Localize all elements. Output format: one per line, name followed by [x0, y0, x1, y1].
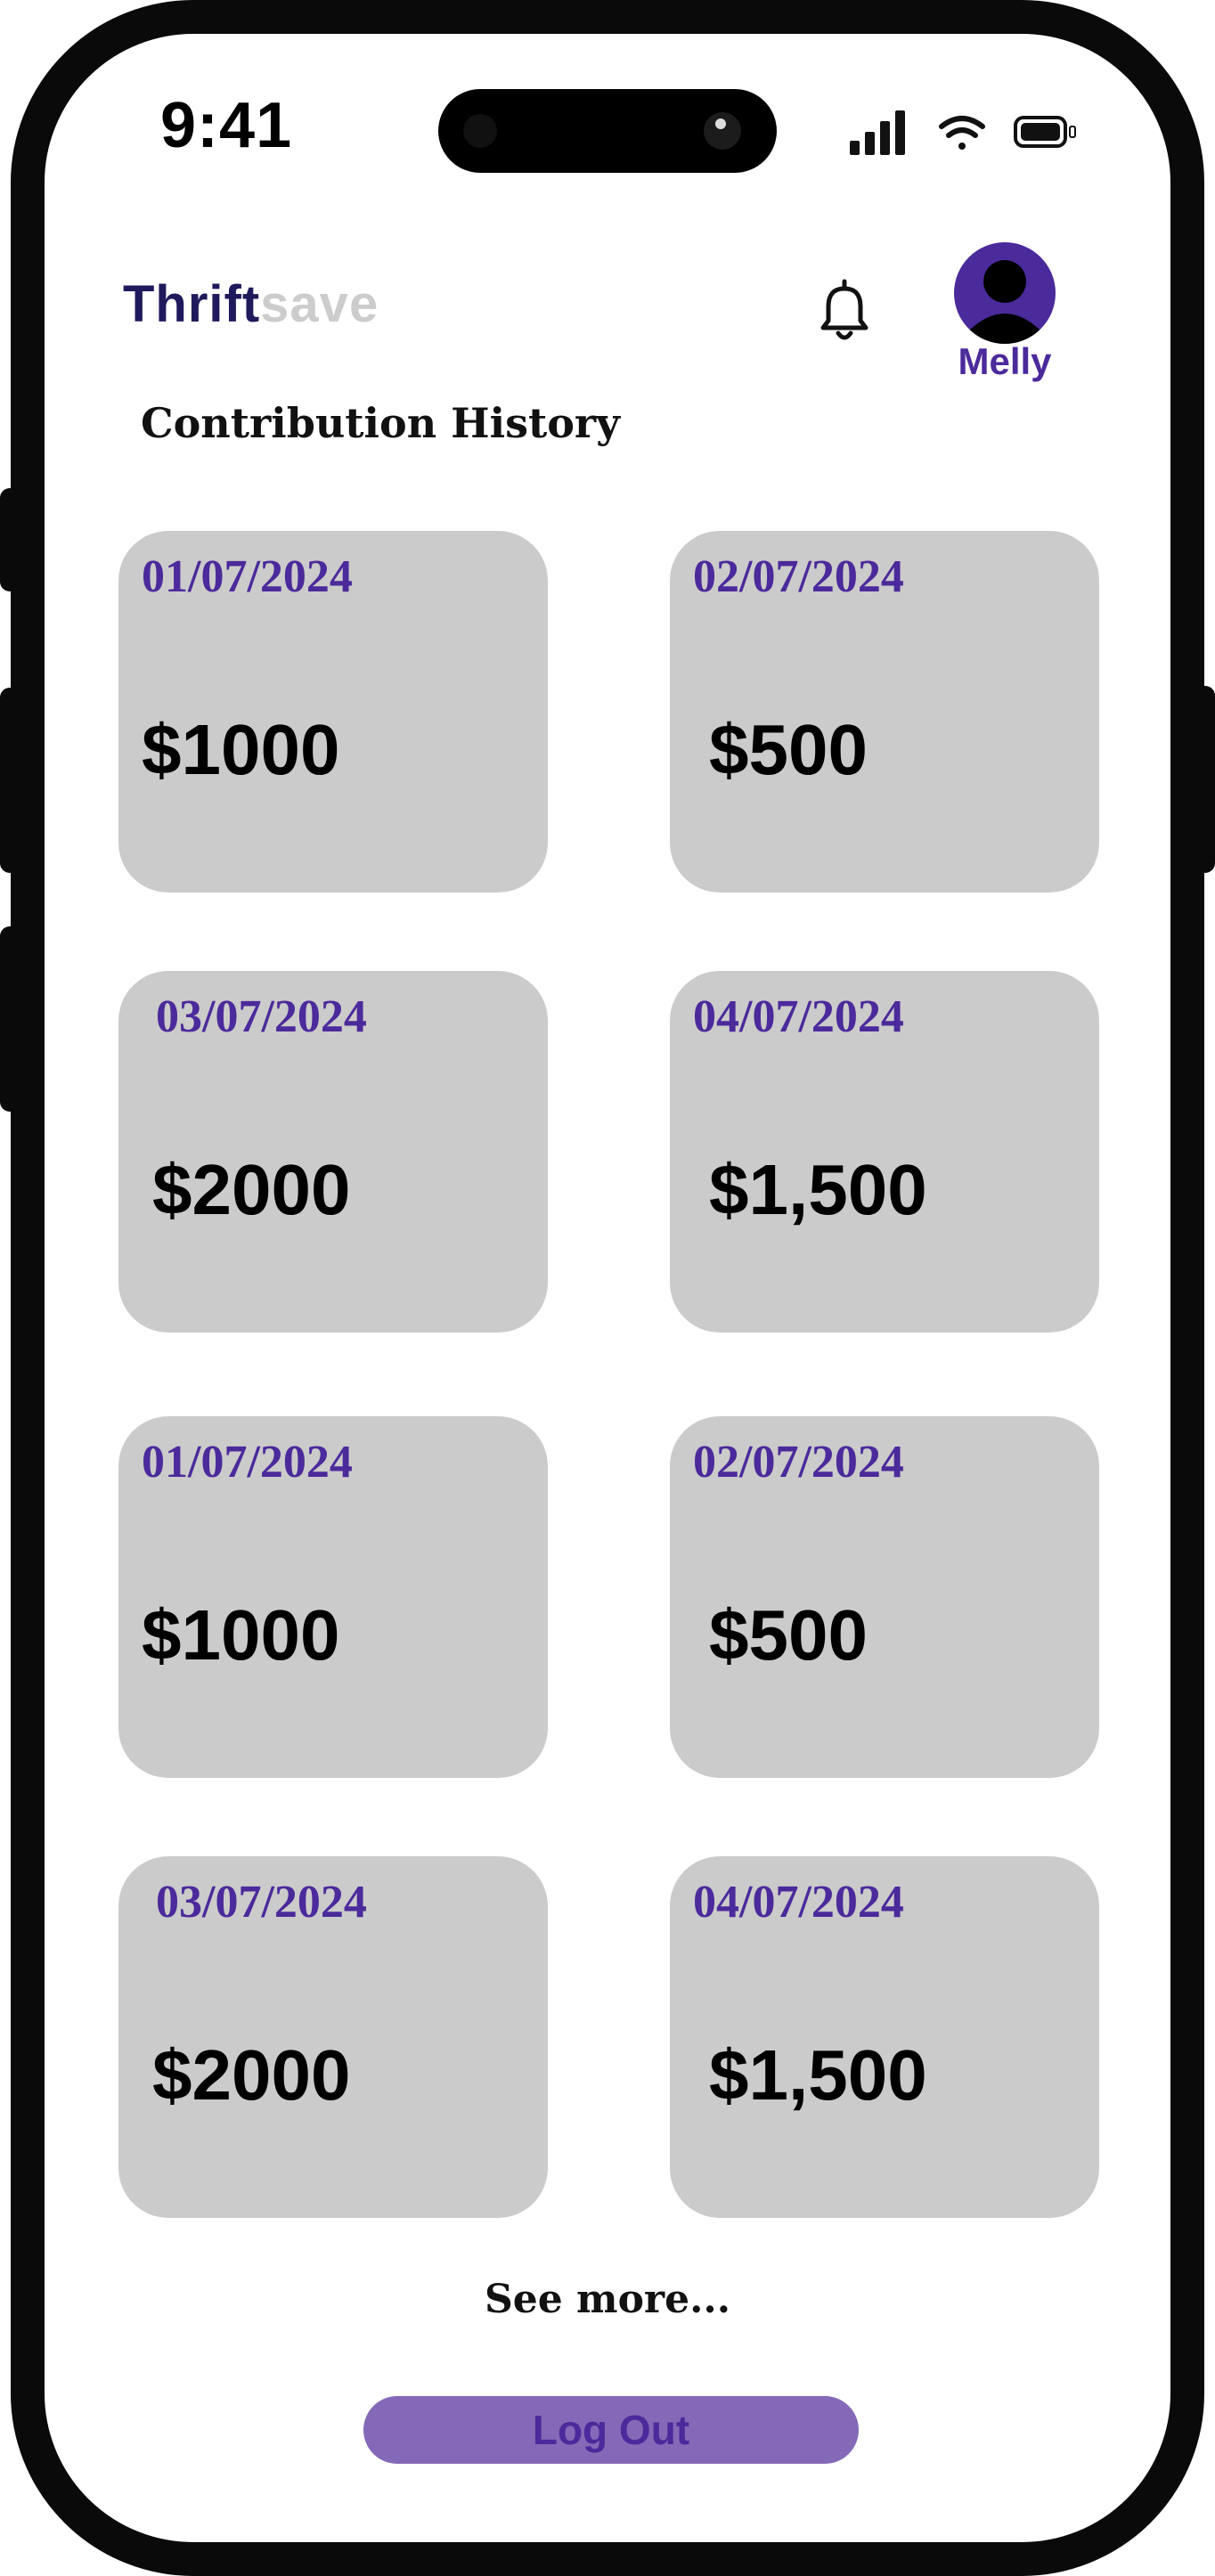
wifi-icon [939, 116, 985, 150]
brand-part2: save [260, 275, 379, 333]
contribution-date: 03/07/2024 [156, 991, 367, 1042]
contribution-amount: $1,500 [709, 1150, 927, 1229]
camera-icon [704, 112, 741, 150]
username-label[interactable]: Melly [907, 340, 1103, 383]
status-time: 9:41 [160, 90, 293, 161]
contribution-card[interactable]: 04/07/2024 $1,500 [670, 1856, 1099, 2218]
logout-button[interactable]: Log Out [363, 2396, 859, 2464]
contribution-amount: $1000 [142, 710, 340, 789]
contribution-date: 01/07/2024 [142, 551, 353, 602]
sensor-dot [463, 114, 497, 148]
brand-part1: Thrift [123, 275, 261, 333]
contribution-amount: $2000 [152, 1150, 351, 1229]
contribution-date: 01/07/2024 [142, 1437, 353, 1488]
battery-icon [1014, 116, 1076, 148]
status-icons [846, 105, 1087, 165]
action-button [0, 488, 20, 591]
see-more-link[interactable]: See more... [0, 2277, 1215, 2322]
contribution-date: 02/07/2024 [693, 551, 904, 602]
contribution-date: 04/07/2024 [693, 1877, 904, 1928]
contribution-amount: $2000 [152, 2035, 351, 2115]
contribution-card[interactable]: 04/07/2024 $1,500 [670, 971, 1099, 1333]
user-avatar-icon[interactable] [954, 242, 1056, 344]
volume-down-button [0, 926, 20, 1112]
contribution-card[interactable]: 01/07/2024 $1000 [118, 1416, 548, 1778]
contribution-date: 03/07/2024 [156, 1877, 367, 1928]
page-title: Contribution History [141, 399, 620, 447]
contribution-card[interactable]: 03/07/2024 $2000 [118, 1856, 548, 2218]
contribution-amount: $500 [709, 1595, 868, 1675]
brand-logo: Thriftsave [123, 274, 379, 334]
bell-icon[interactable] [812, 278, 877, 346]
contribution-card[interactable]: 02/07/2024 $500 [670, 1416, 1099, 1778]
dynamic-island [438, 89, 777, 173]
contribution-date: 02/07/2024 [693, 1437, 904, 1488]
contribution-card[interactable]: 03/07/2024 $2000 [118, 971, 548, 1333]
power-button [1195, 686, 1215, 873]
contribution-amount: $500 [709, 710, 868, 789]
signal-icon [850, 110, 905, 155]
contribution-card[interactable]: 02/07/2024 $500 [670, 531, 1099, 893]
contribution-amount: $1,500 [709, 2035, 927, 2115]
volume-up-button [0, 688, 20, 873]
contribution-card[interactable]: 01/07/2024 $1000 [118, 531, 548, 893]
contribution-amount: $1000 [142, 1595, 340, 1675]
contribution-date: 04/07/2024 [693, 991, 904, 1042]
